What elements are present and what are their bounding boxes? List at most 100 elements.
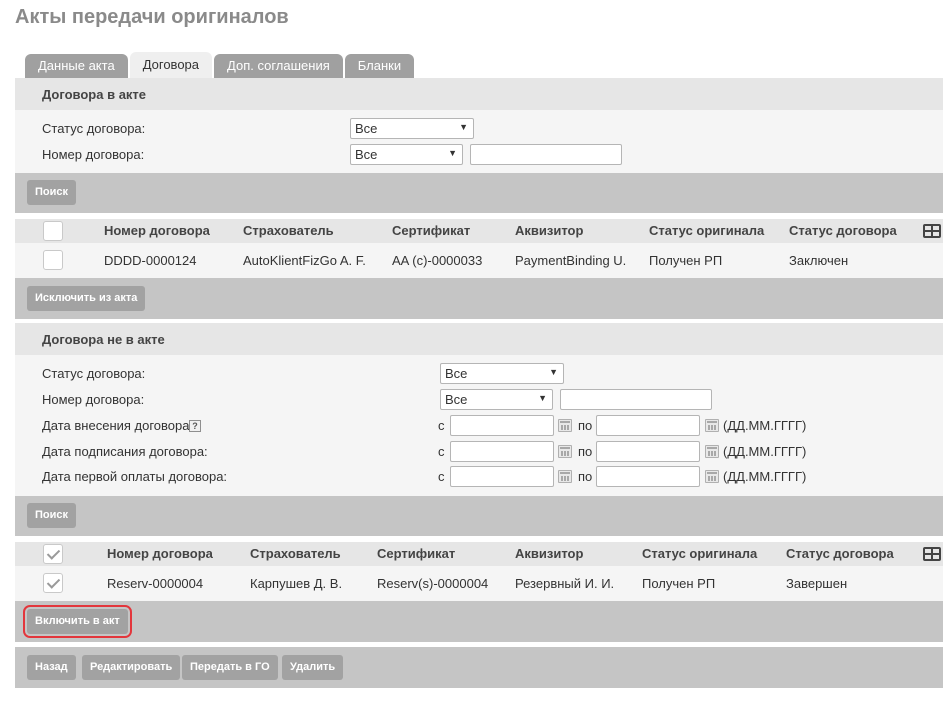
tab-contracts[interactable]: Договора <box>129 52 213 78</box>
column-header[interactable]: Аквизитор <box>515 546 583 561</box>
cell-insurer: Карпушев Д. В. <box>250 576 343 591</box>
table-row[interactable]: Reserv-0000004 Карпушев Д. В. Reserv(s)-… <box>15 566 943 601</box>
in-act-number-label: Номер договора: <box>42 147 145 162</box>
in-act-search-button[interactable]: Поиск <box>27 180 77 205</box>
table-row[interactable]: DDDD-0000124 AutoKlientFizGo A. F. AA (c… <box>15 243 943 278</box>
calendar-icon[interactable] <box>558 470 572 483</box>
not-in-act-filter-area: Статус договора: Все ▼ Номер договора: В… <box>15 355 943 496</box>
footer-action-bar: Назад Редактировать Передать в ГО Удалит… <box>15 647 943 688</box>
entry-date-from-label: с <box>438 418 445 433</box>
column-header[interactable]: Номер договора <box>104 223 210 238</box>
page-title: Акты передачи оригиналов <box>15 6 289 28</box>
delete-button[interactable]: Удалить <box>282 655 344 680</box>
back-button[interactable]: Назад <box>27 655 76 680</box>
column-header[interactable]: Статус оригинала <box>649 223 764 238</box>
column-header[interactable]: Страхователь <box>243 223 334 238</box>
tab-bar: Данные акта Договора Доп. соглашения Бла… <box>25 52 416 78</box>
in-act-status-select[interactable]: Все ▼ <box>350 118 474 139</box>
in-act-select-all-checkbox[interactable] <box>43 221 63 241</box>
column-header[interactable]: Сертификат <box>392 223 470 238</box>
first-payment-from-label: с <box>438 469 445 484</box>
first-payment-date-label: Дата первой оплаты договора: <box>42 469 228 484</box>
not-in-act-action-bar: Включить в акт <box>15 601 943 642</box>
not-in-act-number-mode-value: Все <box>445 392 468 407</box>
column-header[interactable]: Сертификат <box>377 546 455 561</box>
sign-date-to-label: по <box>578 444 593 459</box>
first-payment-from-input[interactable] <box>450 466 554 487</box>
chevron-down-icon: ▼ <box>538 393 547 403</box>
cell-insurer: AutoKlientFizGo A. F. <box>243 253 366 268</box>
entry-date-to-label: по <box>578 418 593 433</box>
tab-forms[interactable]: Бланки <box>344 54 415 78</box>
tab-act-data[interactable]: Данные акта <box>25 54 128 78</box>
first-payment-to-label: по <box>578 469 593 484</box>
in-act-action-bar: Исключить из акта <box>15 278 943 319</box>
in-act-search-bar: Поиск <box>15 173 943 213</box>
in-act-number-mode-value: Все <box>355 147 378 162</box>
first-payment-format-hint: (ДД.ММ.ГГГГ) <box>723 469 807 484</box>
not-in-act-header-title: Договора не в акте <box>42 332 165 347</box>
not-in-act-search-bar: Поиск <box>15 496 943 536</box>
column-header[interactable]: Страхователь <box>250 546 341 561</box>
sign-date-label: Дата подписания договора: <box>42 444 208 459</box>
chevron-down-icon: ▼ <box>459 122 468 132</box>
grid-icon[interactable] <box>923 547 941 561</box>
column-header[interactable]: Статус договора <box>789 223 897 238</box>
not-in-act-status-select[interactable]: Все ▼ <box>440 363 564 384</box>
in-act-status-value: Все <box>355 121 378 136</box>
cell-contract-status: Заключен <box>789 253 849 268</box>
sign-date-from-input[interactable] <box>450 441 554 462</box>
sign-date-to-input[interactable] <box>596 441 700 462</box>
cell-agent: PaymentBinding U. <box>515 253 627 268</box>
in-act-filter-area: Статус договора: Все ▼ Номер договора: В… <box>15 110 943 173</box>
calendar-icon[interactable] <box>705 419 719 432</box>
entry-date-label: Дата внесения договора: <box>42 418 194 433</box>
chevron-down-icon: ▼ <box>549 367 558 377</box>
include-in-act-button[interactable]: Включить в акт <box>23 605 132 638</box>
calendar-icon[interactable] <box>705 445 719 458</box>
not-in-act-number-mode-select[interactable]: Все ▼ <box>440 389 553 410</box>
in-act-number-input[interactable] <box>470 144 622 165</box>
entry-date-to-input[interactable] <box>596 415 700 436</box>
cell-certificate: Reserv(s)-0000004 <box>377 576 489 591</box>
first-payment-to-input[interactable] <box>596 466 700 487</box>
not-in-act-header: Договора не в акте <box>15 323 943 355</box>
help-icon[interactable]: ? <box>189 420 201 432</box>
entry-date-from-input[interactable] <box>450 415 554 436</box>
in-act-header-title: Договора в акте <box>42 87 147 102</box>
not-in-act-search-button[interactable]: Поиск <box>27 503 77 528</box>
column-header[interactable]: Статус оригинала <box>642 546 757 561</box>
not-in-act-status-label: Статус договора: <box>42 366 146 381</box>
grid-icon[interactable] <box>923 224 941 238</box>
not-in-act-table-header: Номер договора Страхователь Сертификат А… <box>15 542 943 566</box>
calendar-icon[interactable] <box>558 419 572 432</box>
cell-number: DDDD-0000124 <box>104 253 197 268</box>
tab-addendums[interactable]: Доп. соглашения <box>214 54 343 78</box>
in-act-status-label: Статус договора: <box>42 121 146 136</box>
row-checkbox[interactable] <box>43 250 63 270</box>
cell-agent: Резервный И. И. <box>515 576 615 591</box>
in-act-number-mode-select[interactable]: Все ▼ <box>350 144 463 165</box>
not-in-act-number-label: Номер договора: <box>42 392 145 407</box>
exclude-from-act-button[interactable]: Исключить из акта <box>27 286 146 311</box>
entry-date-format-hint: (ДД.ММ.ГГГГ) <box>723 418 807 433</box>
calendar-icon[interactable] <box>705 470 719 483</box>
column-header[interactable]: Номер договора <box>107 546 213 561</box>
sign-date-from-label: с <box>438 444 445 459</box>
cell-number: Reserv-0000004 <box>107 576 204 591</box>
row-checkbox[interactable] <box>43 573 63 593</box>
cell-certificate: AA (c)-0000033 <box>392 253 483 268</box>
calendar-icon[interactable] <box>558 445 572 458</box>
column-header[interactable]: Статус договора <box>786 546 894 561</box>
cell-original-status: Получен РП <box>649 253 723 268</box>
not-in-act-number-input[interactable] <box>560 389 712 410</box>
column-header[interactable]: Аквизитор <box>515 223 583 238</box>
cell-original-status: Получен РП <box>642 576 716 591</box>
cell-contract-status: Завершен <box>786 576 848 591</box>
not-in-act-select-all-checkbox[interactable] <box>43 544 63 564</box>
not-in-act-status-value: Все <box>445 366 468 381</box>
edit-button[interactable]: Редактировать <box>82 655 181 680</box>
in-act-header: Договора в акте <box>15 78 943 110</box>
transfer-to-ho-button[interactable]: Передать в ГО <box>182 655 278 680</box>
sign-date-format-hint: (ДД.ММ.ГГГГ) <box>723 444 807 459</box>
